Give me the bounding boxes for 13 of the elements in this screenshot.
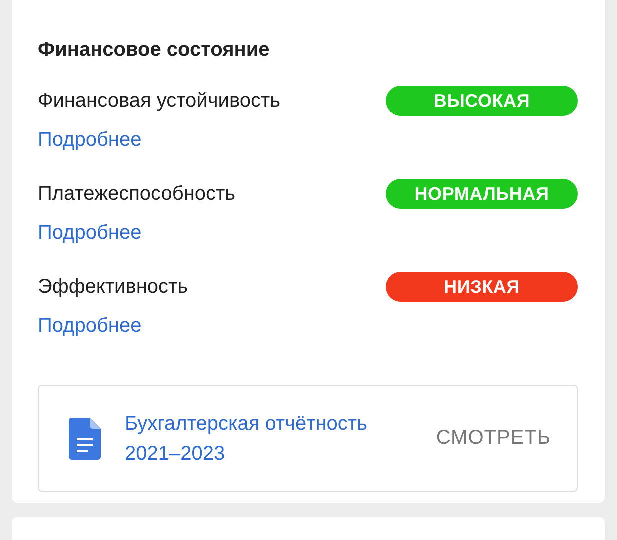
indicator-label: Финансовая устойчивость xyxy=(38,90,281,112)
document-icon xyxy=(69,418,101,460)
status-badge: НОРМАЛЬНАЯ xyxy=(386,179,578,209)
details-link[interactable]: Подробнее xyxy=(38,311,142,341)
status-badge: НИЗКАЯ xyxy=(386,272,578,302)
document-link[interactable]: Бухгалтерская отчётность 2021–2023 xyxy=(125,408,395,468)
details-link[interactable]: Подробнее xyxy=(38,218,142,248)
section-title: Финансовое состояние xyxy=(38,38,271,63)
status-badge: ВЫСОКАЯ xyxy=(386,86,578,116)
indicator-label: Эффективность xyxy=(38,276,188,298)
details-link[interactable]: Подробнее xyxy=(38,125,142,155)
indicator-label: Платежеспособность xyxy=(38,182,236,206)
view-button[interactable]: СМОТРЕТЬ xyxy=(436,427,551,450)
